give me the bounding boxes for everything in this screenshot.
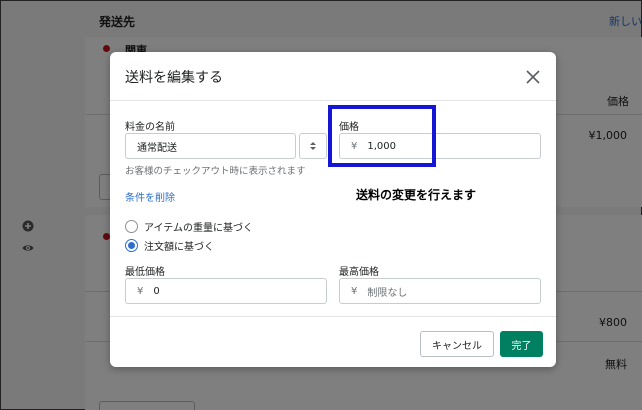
radio-price-based[interactable]: 注文額に基づく — [125, 238, 214, 253]
rate-name-value: 通常配送 — [137, 142, 177, 154]
radio-weight-based[interactable]: アイテムの重量に基づく — [125, 219, 253, 234]
radio-label: アイテムの重量に基づく — [144, 223, 253, 234]
close-button[interactable] — [520, 64, 546, 90]
annotation-text: 送料の変更を行えます — [356, 188, 477, 202]
cancel-button[interactable]: キャンセル — [420, 331, 494, 357]
rate-name-label: 料金の名前 — [125, 122, 175, 133]
rate-name-select-toggle[interactable] — [299, 133, 327, 159]
select-arrows-icon — [310, 142, 316, 150]
min-price-label: 最低価格 — [125, 267, 165, 278]
help-text: お客様のチェックアウト時に表示されます — [125, 166, 306, 177]
max-price-input[interactable]: ¥ 制限なし — [339, 278, 541, 304]
remove-conditions-link[interactable]: 条件を削除 — [125, 189, 175, 204]
currency-symbol: ¥ — [137, 285, 144, 297]
radio-label: 注文額に基づく — [144, 242, 214, 253]
max-price-label: 最高価格 — [339, 267, 379, 278]
min-price-input[interactable]: ¥ 0 — [125, 278, 327, 304]
done-button[interactable]: 完了 — [500, 331, 543, 357]
radio-button[interactable] — [125, 220, 138, 233]
currency-symbol: ¥ — [351, 285, 358, 297]
max-price-placeholder: 制限なし — [367, 287, 408, 299]
min-price-value: 0 — [153, 285, 160, 297]
modal-header: 送料を編集する — [110, 52, 556, 101]
modal-title: 送料を編集する — [125, 70, 223, 86]
close-icon — [526, 70, 540, 84]
edit-rate-modal: 送料を編集する 料金の名前 通常配送 価格 ¥ 1,000 お客様のチェックアウ… — [110, 52, 556, 367]
annotation-highlight-box — [328, 105, 436, 167]
radio-button-checked[interactable] — [125, 239, 138, 252]
rate-name-select[interactable]: 通常配送 — [125, 133, 296, 159]
modal-footer: キャンセル 完了 — [110, 316, 556, 367]
